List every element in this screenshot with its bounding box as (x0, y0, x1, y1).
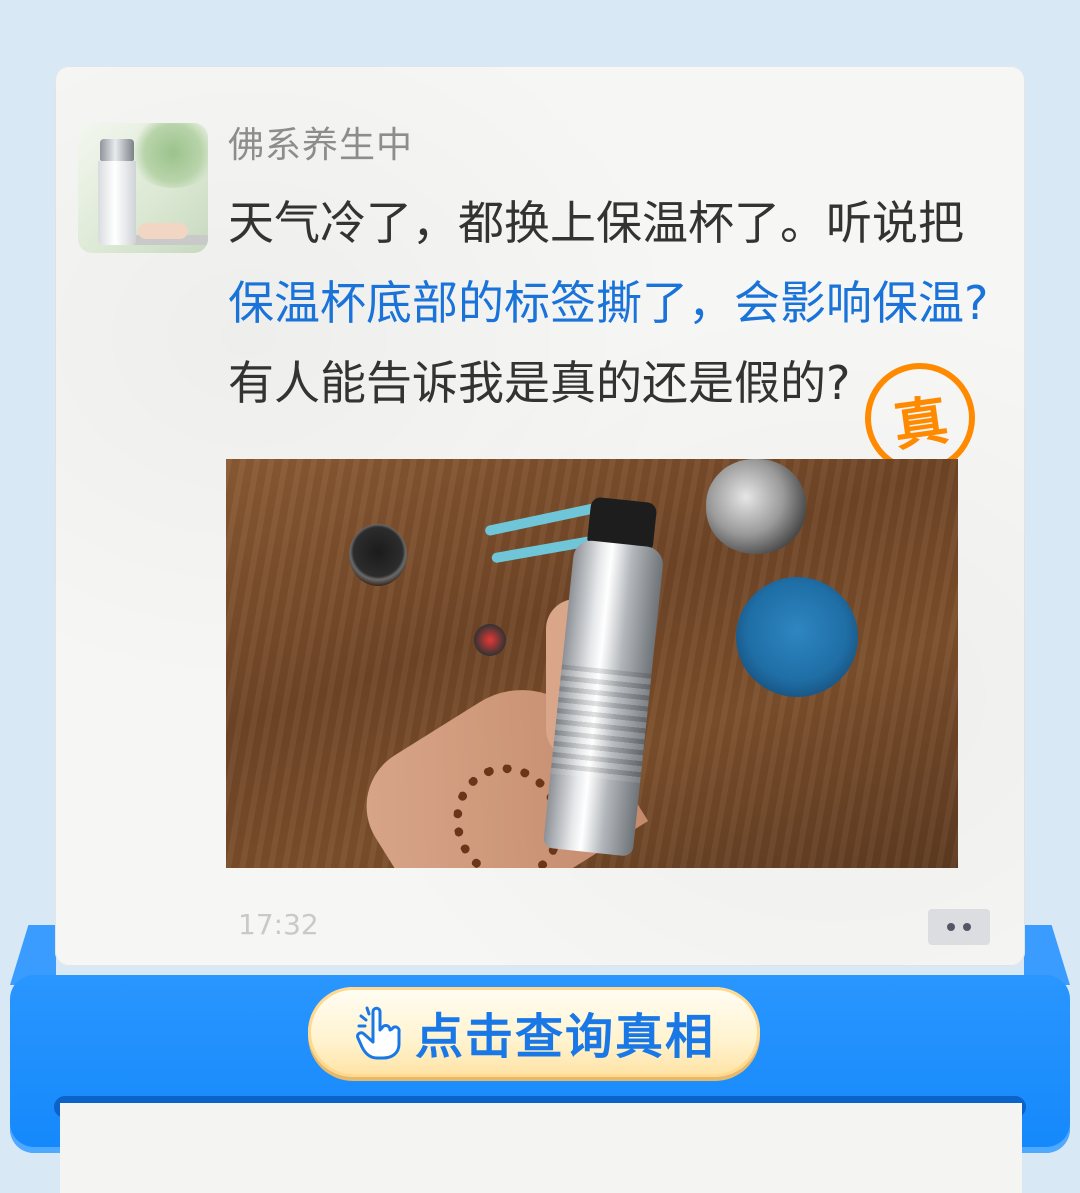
username[interactable]: 佛系养生中 (228, 116, 413, 168)
dot-icon (963, 923, 971, 931)
next-card-edge (60, 1103, 1022, 1193)
more-options-button[interactable] (928, 909, 990, 945)
plant-decoration (128, 123, 208, 188)
thermos-icon (98, 139, 136, 245)
post-photo[interactable] (226, 459, 958, 868)
check-truth-label: 点击查询真相 (414, 1009, 715, 1065)
post-card: 佛系养生中 天气冷了，都换上保温杯了。听说把 保温杯底部的标签撕了，会影响保温?… (55, 66, 1025, 966)
bowl-decoration (736, 577, 858, 697)
message-line-2-highlight: 保温杯底部的标签撕了，会影响保温? (228, 276, 989, 330)
avatar[interactable] (78, 123, 208, 253)
hand-decoration (138, 223, 188, 239)
post-time: 17:32 (238, 908, 319, 941)
check-truth-button[interactable]: 点击查询真相 (308, 987, 760, 1077)
kettle-decoration (706, 459, 806, 554)
message-line-1: 天气冷了，都换上保温杯了。听说把 (228, 196, 964, 250)
dot-icon (947, 923, 955, 931)
pointer-hand-icon (356, 1006, 401, 1060)
burner-decoration (474, 624, 506, 656)
cup-decoration (349, 524, 407, 586)
